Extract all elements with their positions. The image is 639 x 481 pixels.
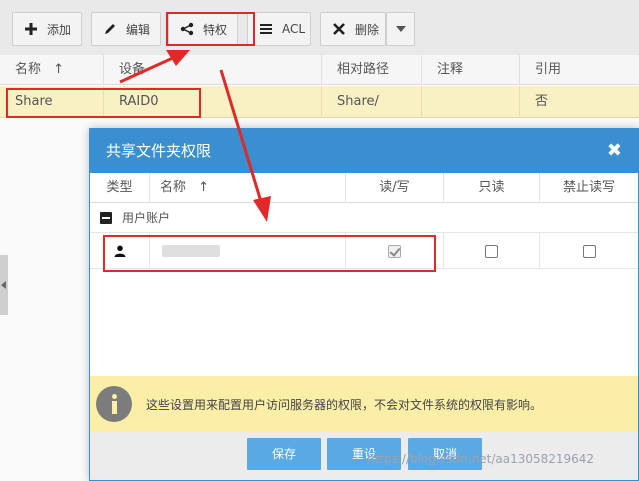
column-header-type[interactable]: 类型 <box>90 173 150 203</box>
edit-button[interactable]: 编辑 <box>91 12 161 46</box>
group-row-user-accounts[interactable]: 用户账户 <box>90 203 638 233</box>
shares-table-header: 名称 ↑ 设备 相对路径 注释 引用 <box>0 55 639 85</box>
cell-comment <box>422 86 520 118</box>
cell-name: Share <box>0 86 104 118</box>
delete-dropdown-button[interactable] <box>386 12 415 46</box>
chevron-left-icon <box>1 281 6 289</box>
user-name-cell <box>150 233 346 269</box>
group-label: 用户账户 <box>122 211 171 225</box>
add-button[interactable]: 添加 <box>12 12 82 46</box>
close-icon[interactable]: ✖ <box>607 129 622 173</box>
column-header-read-write[interactable]: 读/写 <box>346 173 444 203</box>
info-text: 这些设置用来配置用户访问服务器的权限，不会对文件系统的权限有影响。 <box>146 397 543 412</box>
privilege-button[interactable]: 特权 <box>168 12 238 46</box>
privileges-table-header: 类型 名称 ↑ 读/写 只读 禁止读写 <box>90 173 638 203</box>
plus-icon <box>23 21 39 37</box>
edit-label: 编辑 <box>126 22 151 37</box>
info-message: 这些设置用来配置用户访问服务器的权限，不会对文件系统的权限有影响。 <box>90 376 638 432</box>
x-icon <box>331 21 347 37</box>
share-icon <box>179 21 195 37</box>
sort-ascending-icon: ↑ <box>53 62 65 77</box>
no-access-cell <box>540 233 638 269</box>
read-write-checkbox[interactable] <box>388 244 401 258</box>
table-row[interactable] <box>90 233 638 269</box>
cell-ref: 否 <box>535 94 549 109</box>
read-only-cell <box>444 233 540 269</box>
column-header-ref[interactable]: 引用 <box>520 55 639 85</box>
column-header-comment[interactable]: 注释 <box>422 55 520 85</box>
privilege-label: 特权 <box>203 22 228 37</box>
column-header-user-name[interactable]: 名称 ↑ <box>150 173 346 203</box>
cell-path: Share/ <box>322 86 422 118</box>
delete-button[interactable]: 删除 <box>320 12 386 46</box>
sort-ascending-icon: ↑ <box>198 180 210 195</box>
user-type-cell <box>90 233 150 269</box>
toolbar: 添加 编辑 特权 ACL 删除 <box>0 0 639 58</box>
column-header-path[interactable]: 相对路径 <box>322 55 422 85</box>
pencil-icon <box>102 21 118 37</box>
column-header-no-access[interactable]: 禁止读写 <box>540 173 638 203</box>
acl-label: ACL <box>282 22 306 36</box>
column-header-device[interactable]: 设备 <box>104 55 322 85</box>
redacted-user-name <box>162 245 220 257</box>
collapse-minus-icon[interactable] <box>100 211 112 224</box>
watermark: https://blog.csdn.net/aa13058219642 <box>367 452 595 466</box>
read-only-checkbox[interactable] <box>485 244 498 258</box>
privileges-dialog: 共享文件夹权限 ✖ 类型 名称 ↑ 读/写 只读 禁止读写 用户账户 这些设置用… <box>89 128 639 481</box>
user-icon <box>114 245 125 257</box>
add-label: 添加 <box>47 22 72 37</box>
dialog-title: 共享文件夹权限 <box>106 142 212 160</box>
read-write-cell <box>346 233 444 269</box>
no-access-checkbox[interactable] <box>582 244 596 258</box>
info-icon <box>96 386 132 422</box>
list-icon <box>258 21 274 37</box>
table-row[interactable]: Share RAID0 Share/ 否 <box>0 86 639 118</box>
collapse-handle[interactable] <box>0 255 8 315</box>
column-header-read-only[interactable]: 只读 <box>444 173 540 203</box>
acl-button[interactable]: ACL <box>247 12 311 46</box>
delete-label: 删除 <box>355 22 380 37</box>
chevron-down-icon <box>395 26 406 32</box>
cell-device: RAID0 <box>104 86 322 118</box>
save-button[interactable]: 保存 <box>247 438 321 470</box>
column-header-name[interactable]: 名称 ↑ <box>0 55 104 85</box>
dialog-header: 共享文件夹权限 ✖ <box>90 129 638 173</box>
